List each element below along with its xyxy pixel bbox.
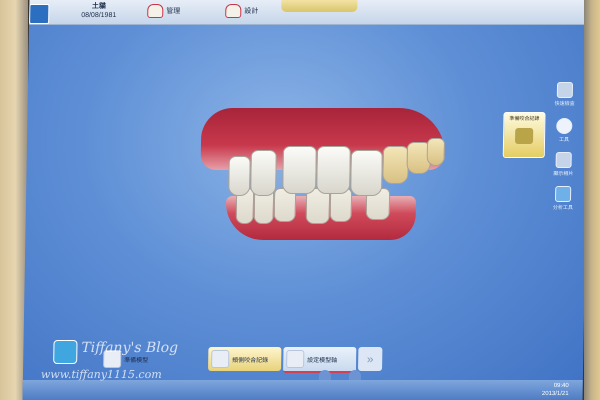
upper-tooth: [350, 150, 383, 196]
top-toolbar: 土貓 08/08/1981 管理 設計: [29, 0, 590, 25]
clock-date: 2013/1/21: [541, 391, 569, 397]
step-next-label: 設定模型軸: [307, 357, 338, 364]
watermark-url: www.tiffany1115.com: [40, 368, 162, 381]
tab-manage-label: 管理: [166, 8, 181, 15]
tool-analysis-label: 分析工具: [552, 205, 573, 211]
patient-name: 土貓: [91, 3, 106, 10]
model-axis-icon: [286, 350, 305, 368]
patient-date: 08/08/1981: [81, 12, 117, 19]
upper-tooth: [316, 146, 351, 194]
teeth-3d-model[interactable]: [195, 100, 448, 250]
step-model-axis[interactable]: 設定模型軸: [282, 347, 357, 373]
tab-active[interactable]: [281, 0, 358, 12]
analysis-icon: [554, 186, 572, 202]
tooth-icon: [147, 4, 164, 18]
blog-logo-icon: [53, 340, 78, 364]
step-bite-label: 頰側咬合記錄: [232, 357, 269, 364]
clock-time: 09:40: [553, 383, 569, 389]
tool-quick-check[interactable]: 快速檢查: [543, 82, 587, 107]
tool-bite-record[interactable]: 準備咬合記錄: [502, 112, 546, 158]
tool-tools[interactable]: 工具: [542, 118, 586, 143]
watermark-title: Tiffany's Blog: [81, 340, 179, 356]
patient-info[interactable]: 土貓 08/08/1981: [81, 2, 116, 20]
upper-tooth: [282, 146, 317, 194]
tool-analysis[interactable]: 分析工具: [541, 186, 585, 211]
upper-tooth: [228, 156, 251, 196]
photo-icon: [555, 152, 572, 168]
tab-design-label: 設計: [244, 8, 259, 15]
tooth-icon: [225, 4, 242, 18]
tools-icon: [556, 118, 573, 134]
bite-record-icon: [514, 128, 534, 144]
app-screen: 土貓 08/08/1981 管理 設計 準備咬合記錄 快速檢查 工具 顯示相片 …: [22, 0, 590, 400]
upper-tooth: [250, 150, 277, 196]
monitor-bezel-right: [584, 0, 600, 400]
tool-bite-record-label: 準備咬合記錄: [509, 116, 540, 122]
windows-taskbar: 09:40 2013/1/21: [22, 380, 583, 400]
tool-photo[interactable]: 顯示相片: [541, 152, 585, 177]
next-step-arrow-icon[interactable]: »: [358, 347, 383, 371]
tool-tools-label: 工具: [558, 137, 570, 143]
app-menu-icon[interactable]: [29, 4, 50, 24]
tool-photo-label: 顯示相片: [553, 171, 574, 177]
system-tray-clock[interactable]: 09:40 2013/1/21: [542, 382, 569, 398]
tab-manage[interactable]: 管理: [147, 2, 180, 20]
bite-record-icon: [211, 350, 230, 368]
upper-tooth: [426, 138, 446, 166]
step-bite-record[interactable]: 頰側咬合記錄: [208, 347, 282, 371]
tab-design[interactable]: 設計: [225, 2, 258, 20]
upper-tooth: [382, 146, 409, 184]
quick-check-icon: [556, 82, 574, 98]
tool-quick-check-label: 快速檢查: [554, 101, 575, 107]
